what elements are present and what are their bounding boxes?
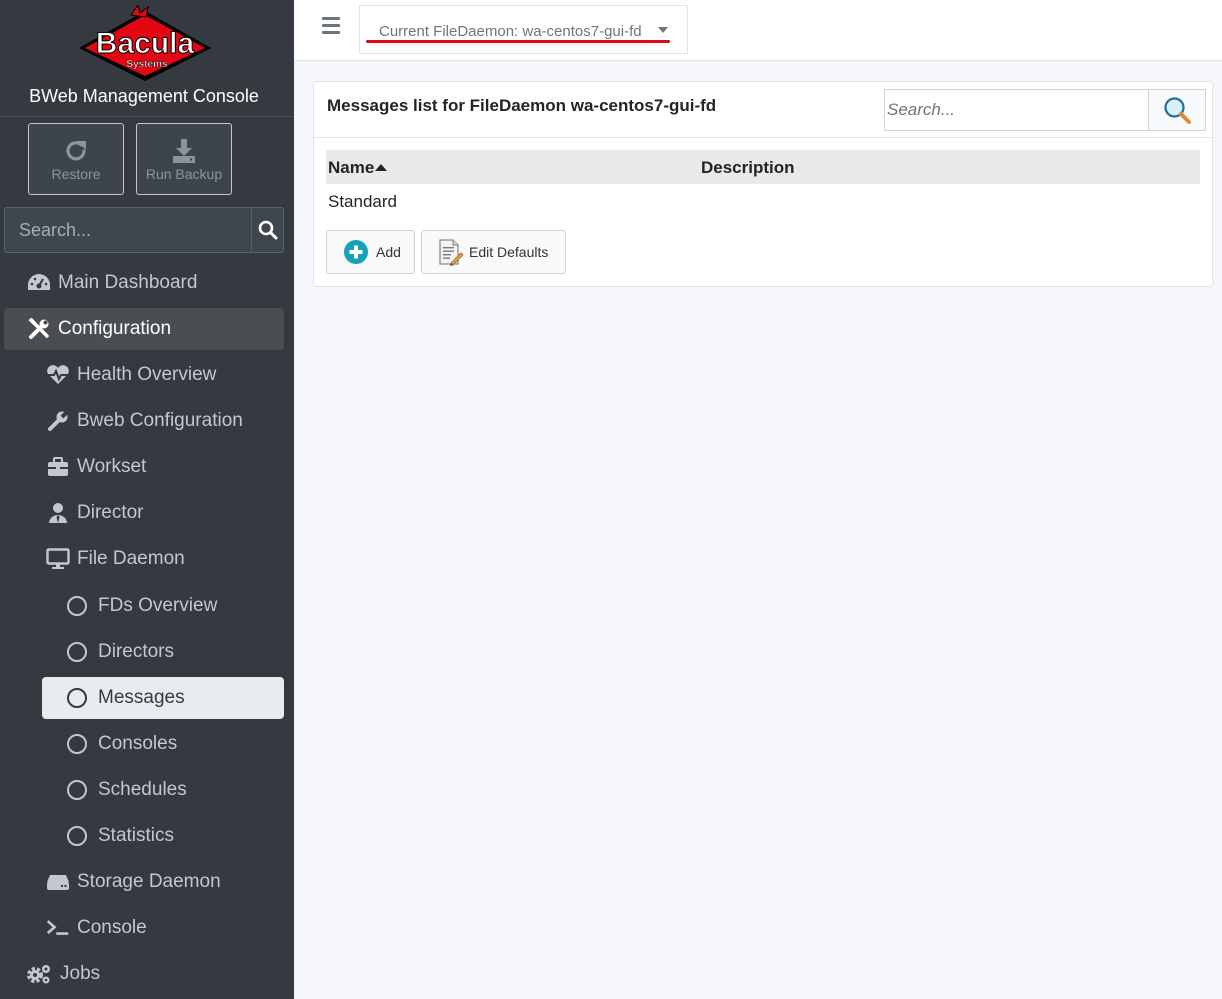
sidebar-item-label: Main Dashboard <box>58 272 198 293</box>
sidebar-item-file-daemon[interactable]: File Daemon <box>23 538 284 580</box>
caret-down-icon <box>658 27 668 33</box>
column-header-description[interactable]: Description <box>701 158 795 178</box>
redo-icon <box>66 141 86 161</box>
sidebar-item-schedules[interactable]: Schedules <box>42 769 284 811</box>
sidebar-item-label: File Daemon <box>77 548 185 569</box>
sidebar-search-input[interactable] <box>4 207 251 253</box>
wrench-icon <box>46 409 70 433</box>
sidebar-item-label: Configuration <box>58 318 172 339</box>
sidebar-item-label: Jobs <box>60 963 101 984</box>
console-title: BWeb Management Console <box>29 86 259 106</box>
tools-icon <box>27 317 51 341</box>
filedaemon-selector[interactable]: Current FileDaemon: wa-centos7-gui-fd <box>359 5 688 54</box>
add-button-label: Add <box>376 244 401 260</box>
page-title: Messages list for FileDaemon wa-centos7-… <box>327 96 717 115</box>
sidebar-item-label: Schedules <box>98 779 187 800</box>
hdd-icon <box>46 870 70 894</box>
circle-icon <box>67 732 91 756</box>
table-search-button[interactable] <box>1148 89 1206 131</box>
circle-icon <box>67 778 91 802</box>
sidebar-item-main-dashboard[interactable]: Main Dashboard <box>4 262 284 304</box>
sidebar-item-console[interactable]: Console <box>23 907 284 949</box>
sidebar-item-label: FDs Overview <box>98 595 218 616</box>
sidebar-item-messages[interactable]: Messages <box>42 677 284 719</box>
sidebar-item-label: Director <box>77 502 144 523</box>
sidebar-item-label: Statistics <box>98 825 175 846</box>
sidebar-item-workset[interactable]: Workset <box>23 446 284 488</box>
sidebar: Bacula Systems BWeb Management Console R… <box>0 0 294 999</box>
table-row[interactable]: Standard <box>328 192 397 212</box>
run-backup-label: Run Backup <box>145 166 223 182</box>
sidebar-item-label: Storage Daemon <box>77 871 221 892</box>
sidebar-item-configuration[interactable]: Configuration <box>4 308 284 350</box>
restore-label: Restore <box>51 166 101 182</box>
circle-icon <box>67 640 91 664</box>
sidebar-item-directors[interactable]: Directors <box>42 631 284 673</box>
restore-button[interactable]: Restore <box>28 123 124 195</box>
sidebar-item-label: Bweb Configuration <box>77 410 243 431</box>
circle-icon <box>67 594 91 618</box>
search-icon <box>258 220 277 240</box>
topbar: Current FileDaemon: wa-centos7-gui-fd <box>294 0 1222 61</box>
red-underline-annotation <box>366 40 670 43</box>
table-search <box>884 89 1206 131</box>
bacula-logo[interactable]: Bacula Systems <box>76 3 214 83</box>
card-header: Messages list for FileDaemon wa-centos7-… <box>314 82 1212 138</box>
download-icon <box>173 139 195 163</box>
document-edit-icon <box>439 239 464 266</box>
edit-defaults-button[interactable]: Edit Defaults <box>421 230 566 274</box>
cogs-icon <box>25 962 53 986</box>
circle-icon <box>67 686 91 710</box>
terminal-icon <box>46 916 70 940</box>
svg-text:Systems: Systems <box>126 59 168 70</box>
user-tie-icon <box>46 501 70 525</box>
sidebar-item-label: Messages <box>98 687 185 708</box>
sidebar-item-health-overview[interactable]: Health Overview <box>23 354 284 396</box>
add-button[interactable]: Add <box>326 230 415 274</box>
sidebar-item-label: Console <box>77 917 147 938</box>
brand: Bacula Systems BWeb Management Console <box>0 0 294 117</box>
sidebar-search-button[interactable] <box>251 207 284 253</box>
sidebar-item-fds-overview[interactable]: FDs Overview <box>42 585 284 627</box>
sidebar-item-statistics[interactable]: Statistics <box>42 815 284 857</box>
table-header: Name Description <box>326 150 1200 184</box>
sidebar-item-storage-daemon[interactable]: Storage Daemon <box>23 861 284 903</box>
sidebar-item-jobs[interactable]: Jobs <box>4 953 284 995</box>
sidebar-search <box>4 207 284 253</box>
svg-text:Bacula: Bacula <box>96 27 195 60</box>
sidebar-item-label: Consoles <box>98 733 178 754</box>
column-header-name[interactable]: Name <box>328 158 388 178</box>
circle-icon <box>67 824 91 848</box>
hamburger-menu-icon[interactable] <box>322 17 340 34</box>
sort-ascending-icon <box>375 164 388 171</box>
heartbeat-icon <box>46 363 70 387</box>
sidebar-item-label: Directors <box>98 641 175 662</box>
sidebar-item-label: Workset <box>77 456 147 477</box>
briefcase-icon <box>46 455 70 479</box>
edit-defaults-label: Edit Defaults <box>469 244 549 260</box>
sidebar-item-bweb-configuration[interactable]: Bweb Configuration <box>23 400 284 442</box>
run-backup-button[interactable]: Run Backup <box>136 123 232 195</box>
table-search-input[interactable] <box>884 89 1148 131</box>
table-cell-name: Standard <box>328 192 397 211</box>
filedaemon-selector-label: Current FileDaemon: wa-centos7-gui-fd <box>379 23 642 40</box>
plus-circle-icon <box>344 240 368 264</box>
sidebar-item-label: Health Overview <box>77 364 217 385</box>
magnifier-icon <box>1164 97 1191 124</box>
sidebar-item-director[interactable]: Director <box>23 492 284 534</box>
sidebar-item-consoles[interactable]: Consoles <box>42 723 284 765</box>
dashboard-icon <box>27 271 51 295</box>
desktop-icon <box>46 547 70 571</box>
column-header-name-label: Name <box>328 158 375 177</box>
messages-card: Messages list for FileDaemon wa-centos7-… <box>313 81 1213 287</box>
